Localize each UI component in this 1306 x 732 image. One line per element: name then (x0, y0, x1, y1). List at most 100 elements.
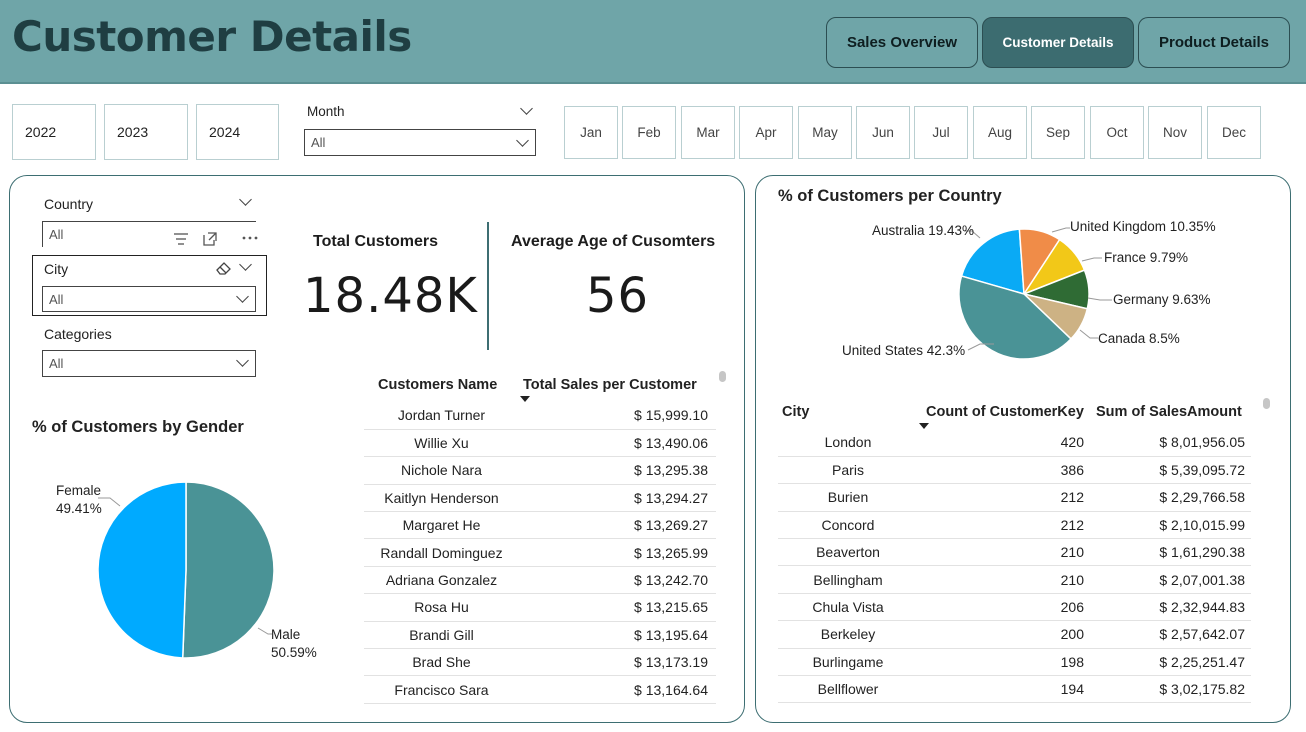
eraser-icon[interactable] (215, 260, 233, 276)
visual-header-toolbar (166, 230, 266, 248)
header-bar: Customer Details Sales Overview Customer… (0, 0, 1306, 84)
customer-name-cell: Randall Dominguez (364, 538, 519, 567)
toolbar-icons[interactable] (166, 230, 266, 248)
country-chart-title: % of Customers per Country (778, 187, 1002, 205)
nav-product-details-button[interactable]: Product Details (1138, 17, 1290, 68)
customer-count-cell: 206 (918, 593, 1090, 622)
customer-name-cell: Brad She (364, 648, 519, 677)
customers-name-header[interactable]: Customers Name (364, 368, 519, 402)
germany-leader-line (1087, 297, 1112, 301)
scrollbar-thumb[interactable] (719, 371, 726, 382)
country-slicer-label: Country (44, 196, 94, 212)
table-row[interactable]: Kaitlyn Henderson $ 13,294.27 (364, 484, 716, 513)
sales-amount-cell: $ 2,07,001.38 (1090, 565, 1251, 594)
table-row[interactable]: Nichole Nara $ 13,295.38 (364, 456, 716, 485)
month-tile-jul[interactable]: Jul (914, 106, 968, 159)
table-row[interactable]: Burien 212 $ 2,29,766.58 (778, 483, 1251, 512)
table-row[interactable]: Chula Vista 206 $ 2,32,944.83 (778, 593, 1251, 622)
city-header[interactable]: City (778, 395, 918, 429)
table-row[interactable]: Margaret He $ 13,269.27 (364, 511, 716, 540)
nav-customer-details-button[interactable]: Customer Details (982, 17, 1134, 68)
month-tile-oct[interactable]: Oct (1090, 106, 1144, 159)
gender-slice-male[interactable] (181, 481, 275, 659)
customer-sales-cell: $ 13,173.19 (519, 648, 716, 677)
table-row[interactable]: Adriana Gonzalez $ 13,242.70 (364, 566, 716, 595)
sales-amount-cell: $ 2,29,766.58 (1090, 483, 1251, 512)
sales-amount-cell: $ 5,39,095.72 (1090, 456, 1251, 485)
sales-amount-cell: $ 8,01,956.05 (1090, 429, 1251, 457)
table-row[interactable]: Randall Dominguez $ 13,265.99 (364, 538, 716, 567)
city-cell: Bellflower (778, 675, 918, 704)
count-customerkey-header[interactable]: Count of CustomerKey (918, 395, 1090, 429)
sum-salesamount-header[interactable]: Sum of SalesAmount (1090, 395, 1251, 429)
table-row[interactable]: Rosa Hu $ 13,215.65 (364, 593, 716, 622)
month-tile-apr[interactable]: Apr (739, 106, 793, 159)
focus-mode-icon (203, 232, 217, 246)
year-tile-2023[interactable]: 2023 (104, 104, 188, 160)
month-tile-jan[interactable]: Jan (564, 106, 618, 159)
city-cell: Concord (778, 511, 918, 540)
city-cell: Berkeley (778, 620, 918, 649)
table-row[interactable]: Paris 386 $ 5,39,095.72 (778, 456, 1251, 485)
gender-chart-title: % of Customers by Gender (32, 418, 244, 436)
city-dropdown[interactable]: All (42, 286, 256, 312)
table-row[interactable]: Berkeley 200 $ 2,57,642.07 (778, 620, 1251, 649)
chevron-down-icon[interactable] (520, 102, 533, 115)
page-title: Customer Details (12, 12, 412, 61)
customer-name-cell: Nichole Nara (364, 456, 519, 485)
customer-count-cell: 420 (918, 429, 1090, 457)
table-row[interactable]: Bellflower 194 $ 3,02,175.82 (778, 675, 1251, 704)
canada-leader-line (1079, 329, 1098, 339)
customer-sales-cell: $ 13,295.38 (519, 456, 716, 485)
male-name: Male (271, 627, 301, 642)
table-row[interactable]: London 420 $ 8,01,956.05 (778, 429, 1251, 457)
month-slicer-label: Month (307, 104, 345, 119)
nav-sales-overview-button[interactable]: Sales Overview (826, 17, 978, 68)
customer-name-cell: Rosa Hu (364, 593, 519, 622)
month-tile-mar[interactable]: Mar (681, 106, 735, 159)
month-tile-jun[interactable]: Jun (856, 106, 910, 159)
more-options-icon (242, 236, 258, 240)
gender-slice-female[interactable] (97, 481, 187, 659)
customer-count-cell: 194 (918, 675, 1090, 704)
city-cell: Burien (778, 483, 918, 512)
month-tile-aug[interactable]: Aug (973, 106, 1027, 159)
sales-amount-cell: $ 2,57,642.07 (1090, 620, 1251, 649)
month-tile-nov[interactable]: Nov (1148, 106, 1202, 159)
customer-sales-cell: $ 13,265.99 (519, 538, 716, 567)
sort-desc-icon[interactable] (919, 423, 929, 429)
table-row[interactable]: Jordan Turner $ 15,999.10 (364, 402, 716, 430)
average-age-value: 56 (586, 268, 650, 324)
country-dropdown-value: All (49, 227, 64, 242)
table-row[interactable]: Brad She $ 13,173.19 (364, 648, 716, 677)
year-tile-2024[interactable]: 2024 (196, 104, 279, 160)
customer-name-cell: Margaret He (364, 511, 519, 540)
scrollbar-thumb[interactable] (1263, 398, 1270, 409)
total-sales-header[interactable]: Total Sales per Customer (519, 368, 716, 402)
table-row[interactable]: Francisco Sara $ 13,164.64 (364, 675, 716, 704)
month-tile-sep[interactable]: Sep (1031, 106, 1085, 159)
categories-dropdown[interactable]: All (42, 350, 256, 377)
table-row[interactable]: Burlingame 198 $ 2,25,251.47 (778, 648, 1251, 677)
table-row[interactable]: Beaverton 210 $ 1,61,290.38 (778, 538, 1251, 567)
customer-count-cell: 212 (918, 511, 1090, 540)
city-cell: Paris (778, 456, 918, 485)
sort-desc-icon[interactable] (520, 396, 530, 402)
table-row[interactable]: Bellingham 210 $ 2,07,001.38 (778, 565, 1251, 594)
customer-sales-cell: $ 13,195.64 (519, 621, 716, 650)
city-dropdown-value: All (49, 291, 64, 307)
country-label-germany: Germany 9.63% (1113, 292, 1211, 307)
table-row[interactable]: Willie Xu $ 13,490.06 (364, 429, 716, 458)
categories-slicer-label: Categories (44, 326, 112, 342)
table-row[interactable]: Concord 212 $ 2,10,015.99 (778, 511, 1251, 540)
male-pct: 50.59% (271, 645, 317, 660)
filter-icon (174, 233, 188, 245)
month-tile-dec[interactable]: Dec (1207, 106, 1261, 159)
month-tile-may[interactable]: May (798, 106, 852, 159)
month-tile-feb[interactable]: Feb (622, 106, 676, 159)
city-cell: Beaverton (778, 538, 918, 567)
uk-leader-line (1051, 227, 1070, 233)
table-row[interactable]: Brandi Gill $ 13,195.64 (364, 621, 716, 650)
month-dropdown[interactable]: All (304, 129, 536, 156)
year-tile-2022[interactable]: 2022 (12, 104, 96, 160)
